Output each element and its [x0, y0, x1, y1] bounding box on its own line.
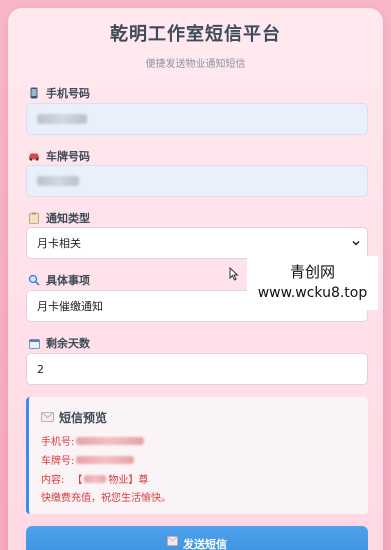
- preview-plate-label: 车牌号:: [41, 456, 75, 467]
- send-sms-button[interactable]: 发送短信: [26, 526, 368, 550]
- plate-input[interactable]: [26, 165, 368, 197]
- plate-label-row: 车牌号码: [28, 148, 90, 164]
- notify-type-label: 通知类型: [46, 212, 90, 225]
- preview-phone-redacted: [76, 436, 145, 445]
- days-label-row: 剩余天数: [28, 335, 90, 351]
- notify-type-select[interactable]: 月卡相关: [26, 227, 368, 259]
- item-label: 具体事项: [46, 274, 90, 287]
- preview-content-line: 内容: 【 物业】尊: [41, 471, 148, 486]
- days-value: 2: [37, 362, 44, 376]
- preview-plate-redacted: [76, 455, 135, 464]
- preview-title-row: 短信预览: [41, 409, 107, 426]
- phone-label: 手机号码: [46, 87, 90, 100]
- preview-content-text2: 快缴费充值，祝您生活愉快。: [41, 493, 171, 504]
- preview-content-label: 内容:: [41, 475, 65, 486]
- sms-preview: 短信预览 手机号: 车牌号: 内容: 【 物业】尊 快缴费充值，祝您生活愉快。: [26, 397, 368, 514]
- watermark: 青创网 www.wcku8.top: [247, 256, 378, 310]
- mouse-cursor-icon: [229, 266, 239, 281]
- item-label-row: 具体事项: [28, 272, 90, 288]
- preview-content-bracket: 【: [72, 475, 83, 486]
- preview-content-suffix: 物业】尊: [108, 475, 149, 486]
- notify-type-value: 月卡相关: [37, 237, 81, 250]
- plate-value-redacted: [37, 176, 79, 186]
- send-icon: [167, 536, 178, 549]
- send-button-label: 发送短信: [183, 538, 227, 550]
- car-icon: [28, 150, 40, 162]
- watermark-line1: 青创网: [289, 263, 335, 281]
- preview-plate-line: 车牌号:: [41, 452, 135, 467]
- phone-icon: [28, 87, 40, 99]
- notify-type-label-row: 通知类型: [28, 210, 90, 226]
- preview-content-redacted: [84, 474, 107, 483]
- chevron-down-icon: [351, 238, 361, 248]
- clipboard-icon: [28, 212, 40, 224]
- page-title: 乾明工作室短信平台: [110, 24, 281, 45]
- days-input[interactable]: 2: [26, 353, 368, 385]
- phone-value-redacted: [37, 114, 87, 124]
- preview-phone-line: 手机号:: [41, 433, 145, 448]
- page-subtitle: 便捷发送物业通知短信: [145, 59, 246, 70]
- preview-content-line2: 快缴费充值，祝您生活愉快。: [41, 489, 171, 504]
- envelope-icon: [41, 411, 54, 425]
- preview-phone-label: 手机号:: [41, 437, 75, 448]
- days-label: 剩余天数: [46, 337, 90, 350]
- magnifier-icon: [28, 274, 40, 286]
- item-value: 月卡催缴通知: [37, 300, 103, 313]
- phone-input[interactable]: [26, 103, 368, 135]
- phone-label-row: 手机号码: [28, 85, 90, 101]
- preview-title: 短信预览: [59, 411, 108, 425]
- calendar-icon: [28, 337, 40, 349]
- watermark-line2: www.wcku8.top: [257, 285, 368, 301]
- plate-label: 车牌号码: [46, 150, 90, 163]
